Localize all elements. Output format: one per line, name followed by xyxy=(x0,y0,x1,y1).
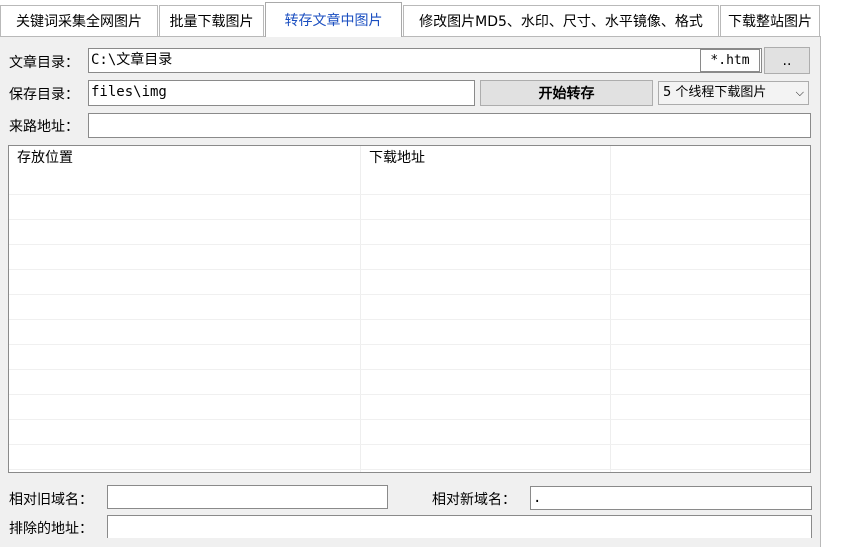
list-row xyxy=(9,420,810,445)
list-row xyxy=(9,220,810,245)
list-row xyxy=(9,195,810,220)
list-row xyxy=(9,320,810,345)
tab-label: 批量下载图片 xyxy=(169,14,254,30)
tab-label: 下载整站图片 xyxy=(728,14,812,30)
list-row xyxy=(9,295,810,320)
chevron-down-icon: ⌵ xyxy=(795,86,804,99)
new-domain-input[interactable]: . xyxy=(530,486,812,510)
old-domain-input[interactable] xyxy=(107,485,388,509)
list-row xyxy=(9,245,810,270)
column-header-label: 下载地址 xyxy=(369,150,425,166)
thread-count-value: 5 个线程下载图片 xyxy=(663,85,767,100)
tab-label: 修改图片MD5、水印、尺寸、水平镜像、格式 xyxy=(419,14,703,30)
tab-modify-images[interactable]: 修改图片MD5、水印、尺寸、水平镜像、格式 xyxy=(403,5,719,36)
tab-save-article-images[interactable]: 转存文章中图片 xyxy=(265,2,402,37)
exclude-url-label: 排除的地址： xyxy=(9,521,93,537)
tab-label: 关键词采集全网图片 xyxy=(16,14,142,30)
save-dir-label: 保存目录： xyxy=(9,87,79,103)
column-header-label: 存放位置 xyxy=(17,150,73,166)
list-row xyxy=(9,345,810,370)
tab-label: 转存文章中图片 xyxy=(284,13,383,29)
exclude-url-input[interactable] xyxy=(107,515,812,538)
column-header-download-url[interactable]: 下载地址 xyxy=(361,146,611,170)
list-row xyxy=(9,395,810,420)
list-header: 存放位置 下载地址 xyxy=(9,146,810,170)
list-row xyxy=(9,370,810,395)
referer-input[interactable] xyxy=(88,113,811,138)
article-dir-label: 文章目录： xyxy=(9,55,79,71)
old-domain-label: 相对旧域名： xyxy=(9,492,93,508)
extension-filter-input[interactable]: *.htm xyxy=(700,49,760,72)
thread-count-select[interactable]: 5 个线程下载图片 ⌵ xyxy=(658,81,809,105)
list-row xyxy=(9,170,810,195)
browse-button[interactable]: .. xyxy=(764,47,810,74)
referer-label: 来路地址： xyxy=(9,119,79,135)
download-list[interactable]: 存放位置 下载地址 xyxy=(8,145,811,473)
tab-strip: 关键词采集全网图片 批量下载图片 转存文章中图片 修改图片MD5、水印、尺寸、水… xyxy=(0,0,856,37)
column-header-extra[interactable] xyxy=(611,146,810,170)
tab-batch-download[interactable]: 批量下载图片 xyxy=(159,5,264,36)
new-domain-label: 相对新域名： xyxy=(432,492,516,508)
article-dir-input[interactable]: C:\文章目录 xyxy=(88,48,762,73)
column-header-save-location[interactable]: 存放位置 xyxy=(9,146,361,170)
save-dir-input[interactable]: files\img xyxy=(88,80,475,106)
start-save-button[interactable]: 开始转存 xyxy=(480,80,653,106)
list-row xyxy=(9,270,810,295)
list-row xyxy=(9,445,810,470)
tab-download-site[interactable]: 下载整站图片 xyxy=(720,5,820,36)
tab-keyword-collect[interactable]: 关键词采集全网图片 xyxy=(0,5,158,36)
